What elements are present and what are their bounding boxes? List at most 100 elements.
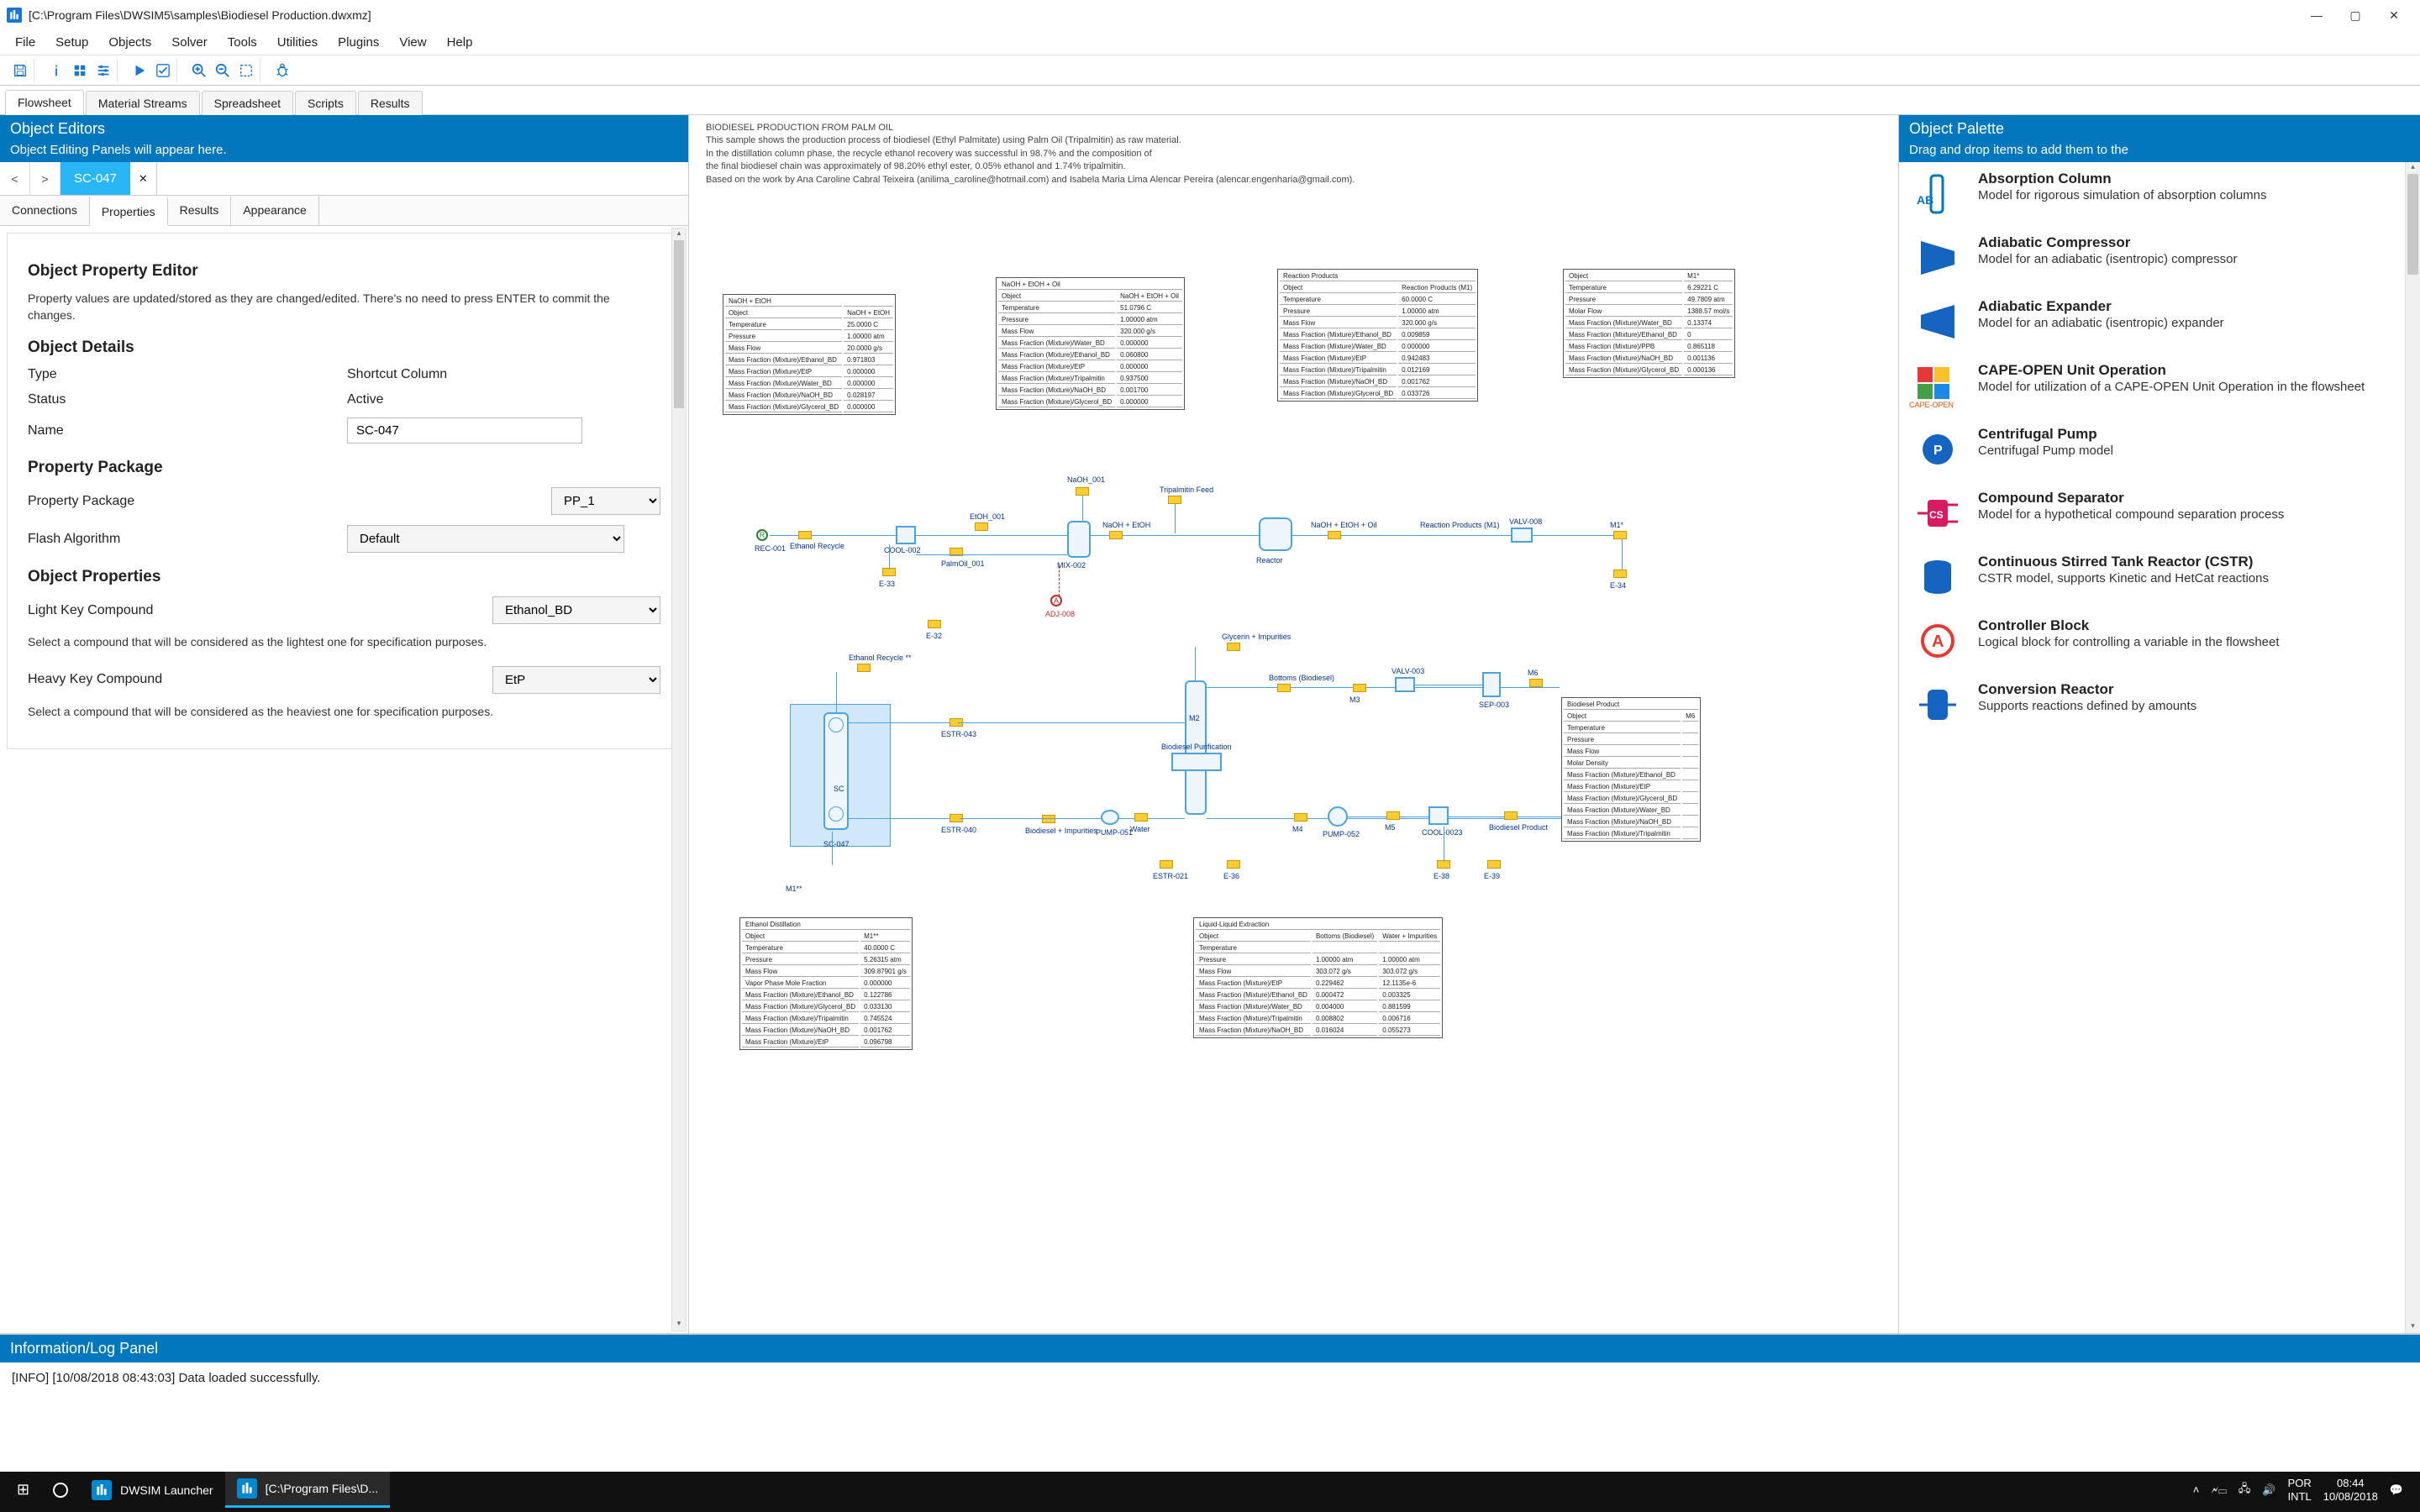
titlebar: [C:\Program Files\DWSIM5\samples\Biodies… [0,0,2420,30]
absorption-column-icon: AB [1909,171,1966,218]
save-icon[interactable] [12,62,29,79]
menu-utilities[interactable]: Utilities [267,32,328,53]
info-log-title: Information/Log Panel [0,1335,2420,1362]
flash-select[interactable]: Default [347,525,624,553]
palette-item-adiabatic-compressor[interactable]: Adiabatic CompressorModel for an adiabat… [1899,226,2403,290]
menu-file[interactable]: File [5,32,45,53]
controller-block-icon: A [1909,617,1966,664]
nav-forward-button[interactable]: > [30,162,60,195]
menu-help[interactable]: Help [437,32,483,53]
palette-list[interactable]: AB Absorption ColumnModel for rigorous s… [1899,162,2420,1333]
palette-item-cstr[interactable]: Continuous Stirred Tank Reactor (CSTR)CS… [1899,545,2403,609]
menu-view[interactable]: View [389,32,436,53]
panel-subtitle: Object Editing Panels will appear here. [10,143,678,157]
check-icon[interactable] [155,62,171,79]
compound-separator-icon: CS [1909,490,1966,537]
tray-volume-icon[interactable]: 🔊 [2262,1483,2275,1497]
subtab-appearance[interactable]: Appearance [231,196,319,225]
status-value: Active [347,392,384,407]
tab-material-streams[interactable]: Material Streams [86,91,200,115]
palette-item-conversion-reactor[interactable]: Conversion ReactorSupports reactions def… [1899,673,2403,737]
menubar: File Setup Objects Solver Tools Utilitie… [0,30,2420,55]
subtab-properties[interactable]: Properties [90,197,168,226]
palette-item-cape-open[interactable]: CAPE-OPEN CAPE-OPEN Unit OperationModel … [1899,354,2403,417]
palette-item-controller-block[interactable]: A Controller BlockLogical block for cont… [1899,609,2403,673]
object-details-heading: Object Details [28,339,660,357]
editor-sub-tabs: Connections Properties Results Appearanc… [0,196,688,226]
palette-scrollbar[interactable]: ▴ ▾ [2405,162,2420,1333]
zoom-fit-icon[interactable] [238,62,255,79]
flowsheet-canvas-panel: BIODIESEL PRODUCTION FROM PALM OIL This … [689,115,1899,1333]
heavy-key-label: Heavy Key Compound [28,672,347,687]
menu-solver[interactable]: Solver [161,32,218,53]
conversion-reactor-icon [1909,681,1966,728]
toolbar [0,55,2420,86]
minimize-button[interactable]: — [2297,2,2336,29]
tray-notifications-icon[interactable]: 💬 [2390,1483,2403,1497]
tray-chevron-up-icon[interactable]: ˄ [2193,1483,2200,1496]
tray-language[interactable]: POR INTL [2288,1477,2312,1503]
svg-text:A: A [1932,633,1944,651]
debug-icon[interactable] [274,62,291,79]
subtab-results[interactable]: Results [168,196,232,225]
nav-back-button[interactable]: < [0,162,30,195]
flash-label: Flash Algorithm [28,532,347,547]
flowsheet-description: BIODIESEL PRODUCTION FROM PALM OIL This … [689,115,1898,193]
taskbar-app-launcher[interactable]: DWSIM Launcher [80,1472,224,1508]
palette-item-centrifugal-pump[interactable]: P Centrifugal PumpCentrifugal Pump model [1899,417,2403,481]
menu-tools[interactable]: Tools [218,32,267,53]
info-log-body: [INFO] [10/08/2018 08:43:03] Data loaded… [0,1362,2420,1472]
name-input[interactable] [347,417,582,444]
maximize-button[interactable]: ▢ [2336,2,2375,29]
system-tray[interactable]: ˄ 🗲▭ 🖧 🔊 POR INTL 08:44 10/08/2018 💬 [2181,1477,2415,1503]
taskbar-app-current[interactable]: [C:\Program Files\D... [225,1472,391,1508]
type-value: Shortcut Column [347,367,447,382]
grid-icon[interactable] [71,62,88,79]
zoom-out-icon[interactable] [214,62,231,79]
tray-battery-icon[interactable]: 🗲▭ [2211,1483,2227,1497]
object-properties-heading: Object Properties [28,568,660,586]
sliders-icon[interactable] [95,62,112,79]
property-editor-heading: Object Property Editor [28,262,660,281]
subtab-connections[interactable]: Connections [0,196,90,225]
pkg-select[interactable]: PP_1 [551,487,660,515]
menu-plugins[interactable]: Plugins [328,32,389,53]
window-title: [C:\Program Files\DWSIM5\samples\Biodies… [29,8,2297,22]
taskbar-app-label: DWSIM Launcher [120,1483,213,1497]
app-icon [7,8,22,23]
palette-item-compound-separator[interactable]: CS Compound SeparatorModel for a hypothe… [1899,481,2403,545]
light-key-select[interactable]: Ethanol_BD [492,596,660,624]
cortana-button[interactable] [41,1472,80,1508]
start-button[interactable]: ⊞ [5,1472,41,1508]
palette-header: Object Palette Drag and drop items to ad… [1899,115,2420,162]
close-button[interactable]: ✕ [2375,2,2413,29]
svg-text:AB: AB [1917,193,1933,207]
palette-item-adiabatic-expander[interactable]: Adiabatic ExpanderModel for an adiabatic… [1899,290,2403,354]
tray-network-icon[interactable]: 🖧 [2238,1481,2251,1499]
tab-results[interactable]: Results [358,91,423,115]
menu-objects[interactable]: Objects [98,32,161,53]
tab-flowsheet[interactable]: Flowsheet [5,90,84,115]
tab-spreadsheet[interactable]: Spreadsheet [202,91,293,115]
object-editors-panel: Object Editors Object Editing Panels wil… [0,115,689,1333]
info-log-panel: Information/Log Panel [INFO] [10/08/2018… [0,1333,2420,1472]
palette-item-absorption-column[interactable]: AB Absorption ColumnModel for rigorous s… [1899,162,2403,226]
light-key-label: Light Key Compound [28,603,347,618]
light-key-help: Select a compound that will be considere… [28,634,660,651]
close-object-tab-button[interactable]: ✕ [130,162,157,195]
panel-title: Object Editors [10,120,678,138]
current-object-tab[interactable]: SC-047 [60,162,130,195]
left-panel-scrollbar[interactable]: ▴ ▾ [671,228,687,1331]
menu-setup[interactable]: Setup [45,32,98,53]
heavy-key-help: Select a compound that will be considere… [28,704,660,721]
cstr-icon [1909,554,1966,601]
name-label: Name [28,423,347,438]
tab-scripts[interactable]: Scripts [295,91,356,115]
heavy-key-select[interactable]: EtP [492,666,660,694]
play-icon[interactable] [131,62,148,79]
zoom-in-icon[interactable] [191,62,208,79]
info-icon[interactable] [48,62,65,79]
flowsheet-canvas[interactable]: NaOH + EtOHObjectNaOH + EtOHTemperature2… [689,193,1898,1333]
log-line: [INFO] [10/08/2018 08:43:03] Data loaded… [12,1371,2408,1385]
tray-clock[interactable]: 08:44 10/08/2018 [2323,1477,2378,1503]
